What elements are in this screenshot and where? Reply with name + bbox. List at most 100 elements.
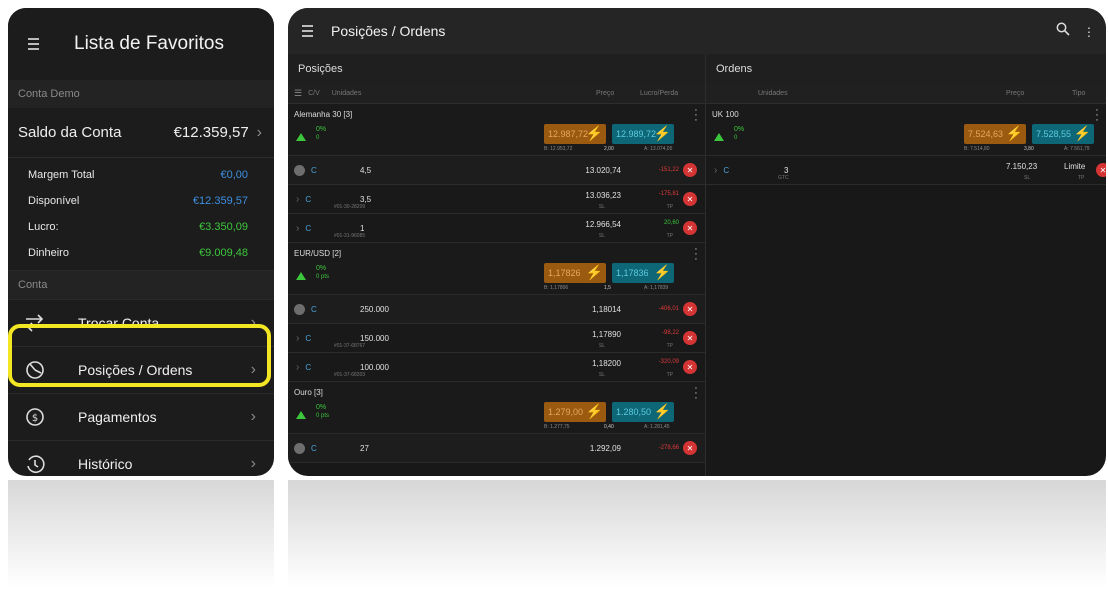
available-value: €12.359,57 <box>192 195 248 207</box>
nav-payments[interactable]: $ Pagamentos › <box>8 393 274 440</box>
order-type: Limite <box>1064 162 1086 171</box>
price-value: 1,18200 <box>592 359 621 368</box>
change-percent: 0% <box>316 265 327 272</box>
account-balance-row[interactable]: Saldo da Conta €12.359,57 › <box>8 108 274 158</box>
day-high: A: 1.281,45 <box>644 424 670 430</box>
more-options-icon[interactable]: · · · <box>693 105 699 126</box>
buy-button[interactable]: 12.989,72 ⚡ <box>612 124 674 144</box>
nav-positions-orders[interactable]: Posições / Ordens › <box>8 346 274 393</box>
filter-icon[interactable]: ☰ <box>294 88 302 99</box>
instrument-name: Alemanha 30 [3] <box>294 110 353 119</box>
more-options-icon[interactable]: · · · <box>693 383 699 404</box>
expand-chevron-icon[interactable]: › <box>296 223 299 234</box>
order-row[interactable]: › C 3 GTC 7.150,23 SL Limite TP ✕ <box>706 156 1106 185</box>
take-profit-label: TP <box>666 372 673 378</box>
bolt-icon: ⚡ <box>653 403 671 419</box>
take-profit-label: TP <box>1078 175 1085 181</box>
drawer-app-bar: Lista de Favoritos <box>8 8 274 80</box>
stop-loss-label: SL <box>598 233 605 239</box>
nav-switch-account[interactable]: Trocar Conta › <box>8 299 274 346</box>
close-position-icon[interactable]: ✕ <box>683 360 697 374</box>
change-percent: 0% <box>734 126 745 133</box>
units-value: 100.000 <box>360 362 389 372</box>
change-points: 0 <box>316 135 320 141</box>
sell-price: 1.279,00 <box>548 407 584 417</box>
buy-price: 1,17836 <box>616 268 649 278</box>
col-price: Preço <box>596 90 615 97</box>
position-id: #01-30-28209 <box>334 204 366 210</box>
orders-panel: Ordens Unidades Preço Tipo UK 100 0% 0 · · · 7… <box>706 54 1106 476</box>
expand-chevron-icon[interactable]: › <box>714 165 717 176</box>
col-cv: C/V <box>308 90 320 97</box>
take-profit-label: TP <box>666 204 673 210</box>
change-percent: 0% <box>316 404 327 411</box>
bolt-icon: ⚡ <box>653 264 671 280</box>
status-dot-icon <box>294 442 305 454</box>
account-balance-label: Saldo da Conta <box>18 124 122 141</box>
change-percent: 0% <box>316 126 327 133</box>
cancel-order-icon[interactable]: ✕ <box>1096 163 1106 177</box>
hamburger-menu-icon[interactable] <box>28 35 44 53</box>
close-position-icon[interactable]: ✕ <box>683 302 697 316</box>
day-high: A: 13.074,05 <box>644 146 673 152</box>
position-summary-row[interactable]: C 250.000 1,18014 -406,01 ✕ <box>288 295 705 324</box>
expand-chevron-icon[interactable]: › <box>296 362 299 373</box>
instrument-name: UK 100 <box>712 110 739 119</box>
instrument-header[interactable]: EUR/USD [2] 0% 0 pts · · · 1,17826 ⚡ 1,17836 ⚡ B: … <box>288 243 705 295</box>
hamburger-menu-icon[interactable] <box>302 22 313 40</box>
buy-button[interactable]: 1,17836 ⚡ <box>612 263 674 283</box>
nav-switch-account-label: Trocar Conta <box>78 315 160 331</box>
buy-button[interactable]: 7.528,55 ⚡ <box>1032 124 1094 144</box>
nav-history[interactable]: Histórico › <box>8 440 274 476</box>
sell-button[interactable]: 1.279,00 ⚡ <box>544 402 606 422</box>
position-summary-row[interactable]: C 27 1.292,09 -278,66 ✕ <box>288 434 705 463</box>
instrument-header[interactable]: UK 100 0% 0 · · · 7.524,63 ⚡ 7.528,55 ⚡ B: 7.514,8… <box>706 104 1106 156</box>
price-value: 13.036,23 <box>585 191 621 200</box>
status-dot-icon <box>294 303 305 315</box>
close-position-icon[interactable]: ✕ <box>683 163 697 177</box>
available-row: Disponível €12.359,57 <box>8 188 274 214</box>
position-detail-row[interactable]: › C 1 #01-31-96085 SL TP 12.966,54 20,60 ✕ <box>288 214 705 243</box>
day-low: B: 1.277,75 <box>544 424 570 430</box>
price-value: 1,18014 <box>592 304 621 314</box>
cash-label: Dinheiro <box>28 247 69 259</box>
close-position-icon[interactable]: ✕ <box>683 331 697 345</box>
position-detail-row[interactable]: › C 3,5 #01-30-28209 SL TP 13.036,23 -175,81 ✕ <box>288 185 705 214</box>
expand-chevron-icon[interactable]: › <box>296 194 299 205</box>
expand-chevron-icon[interactable]: › <box>296 333 299 344</box>
position-summary-row[interactable]: C 4,5 13.020,74 -151,22 ✕ <box>288 156 705 185</box>
profit-loss-value: -151,22 <box>658 167 679 173</box>
position-detail-row[interactable]: › C 150.000 #01-37-68767 SL TP 1,17890 -98,22 ✕ <box>288 324 705 353</box>
reflection-fade <box>0 478 1108 606</box>
profit-loss-value: -406,01 <box>658 306 679 312</box>
chevron-right-icon: › <box>250 455 256 472</box>
bolt-icon: ⚡ <box>585 125 603 141</box>
position-detail-row[interactable]: › C 100.000 #01-37-68303 SL TP 1,18200 -320,09 ✕ <box>288 353 705 382</box>
close-position-icon[interactable]: ✕ <box>683 192 697 206</box>
side-label: C <box>305 333 312 343</box>
sell-button[interactable]: 12.987,72 ⚡ <box>544 124 606 144</box>
positions-orders-screen: Posições / Ordens · · · Posições ☰ C/V Uni… <box>288 8 1106 476</box>
chevron-right-icon: › <box>250 361 256 378</box>
price-value: 1,17890 <box>592 330 621 339</box>
overflow-menu-icon[interactable]: · · · <box>1086 20 1092 42</box>
instrument-header[interactable]: Alemanha 30 [3] 0% 0 · · · 12.987,72 ⚡ 12.989,72… <box>288 104 705 156</box>
sell-button[interactable]: 7.524,63 ⚡ <box>964 124 1026 144</box>
cash-row: Dinheiro €9.009,48 <box>8 240 274 266</box>
more-options-icon[interactable]: · · · <box>1094 105 1100 126</box>
more-options-icon[interactable]: · · · <box>693 244 699 265</box>
sell-button[interactable]: 1,17826 ⚡ <box>544 263 606 283</box>
search-icon[interactable] <box>1056 22 1070 41</box>
margin-total-row: Margem Total €0,00 <box>8 162 274 188</box>
units-value: 4,5 <box>360 165 372 175</box>
nav-positions-orders-label: Posições / Ordens <box>78 362 193 378</box>
account-balance-value: €12.359,57 <box>173 124 249 141</box>
day-low: B: 12.953,72 <box>544 146 573 152</box>
close-position-icon[interactable]: ✕ <box>683 441 697 455</box>
margin-total-label: Margem Total <box>28 169 95 181</box>
buy-button[interactable]: 1.280,50 ⚡ <box>612 402 674 422</box>
favorites-drawer: Lista de Favoritos Conta Demo Saldo da C… <box>8 8 274 476</box>
close-position-icon[interactable]: ✕ <box>683 221 697 235</box>
stop-loss-label: SL <box>598 372 605 378</box>
instrument-header[interactable]: Ouro [3] 0% 0 pts · · · 1.279,00 ⚡ 1.280,50 ⚡ B: 1… <box>288 382 705 434</box>
